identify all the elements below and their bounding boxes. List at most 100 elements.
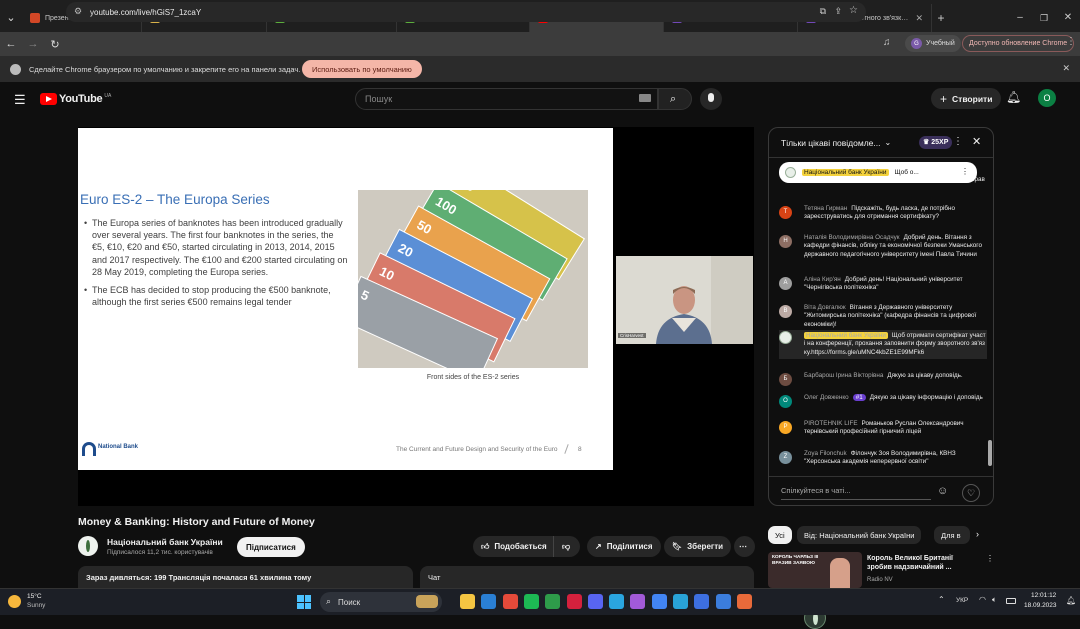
emoji-icon[interactable]: ☺	[937, 485, 948, 497]
chat-avatar: Z	[779, 451, 792, 464]
clock-time[interactable]: 12:01:12	[1031, 592, 1056, 599]
notification-center-icon[interactable]: 🔔︎	[1066, 596, 1076, 605]
volume-icon[interactable]: 🔈︎	[992, 595, 997, 605]
taskbar-app-icon[interactable]	[630, 594, 646, 609]
notifications-bell-icon[interactable]: 🔔︎	[1006, 90, 1021, 104]
channel-name[interactable]: Національний банк України	[107, 537, 223, 547]
more-actions-button[interactable]: ⋯	[734, 536, 755, 557]
youtube-logo[interactable]: YouTube UA	[40, 93, 111, 105]
taskbar-app-icon[interactable]	[566, 594, 582, 609]
weather-widget[interactable]: 15°C Sunny	[8, 592, 68, 613]
pinned-more-icon[interactable]: ⋮	[961, 167, 969, 176]
tray-chevron-icon[interactable]: ⌃	[938, 595, 945, 604]
maximize-button[interactable]: ❐	[1032, 4, 1056, 32]
chat-message[interactable]: А Аліна Кир'ян Добрий день! Національний у…	[779, 276, 987, 293]
chrome-update-button[interactable]: Доступно обновление Chrome	[962, 35, 1075, 52]
back-button[interactable]: ←	[0, 38, 22, 50]
dislike-button[interactable]: 👎︎	[553, 536, 580, 557]
taskbar-app-icon[interactable]	[523, 594, 539, 609]
chat-more-icon[interactable]: ⋮	[953, 136, 963, 147]
chat-scrollbar[interactable]	[988, 440, 992, 466]
speaker-figure	[616, 256, 753, 344]
account-avatar[interactable]: О	[1038, 89, 1056, 107]
clock-date[interactable]: 18.09.2023	[1024, 602, 1057, 609]
tab-search-button[interactable]: ⌄	[0, 4, 22, 32]
chat-message[interactable]: Б Барбарош Ірина Вікторівна Дякую за цікав…	[779, 372, 987, 386]
set-default-button[interactable]: Использовать по умолчанию	[302, 60, 422, 78]
pinned-message[interactable]: Національний банк України Щоб о... ⋮	[779, 162, 977, 183]
chat-message[interactable]: В Віта Довгалюк Вітання з Державного уніве…	[779, 304, 987, 329]
taskbar-app-icon[interactable]	[736, 594, 752, 609]
profile-chip[interactable]: G Учебный	[905, 35, 961, 52]
hamburger-menu-icon[interactable]: ☰	[14, 92, 26, 108]
chat-message[interactable]: О Олег Довженко #1 Дякую за цікаву інформац…	[779, 394, 987, 408]
description-box[interactable]: Зараз дивляться: 199 Трансляція почалася…	[78, 566, 413, 588]
chat-message[interactable]: Z Zoya Filonchuk Філончук Зоя Володимирівн…	[779, 450, 987, 467]
taskbar-app-icon[interactable]	[694, 594, 710, 609]
xp-badge[interactable]: ♛ 25XP	[919, 136, 953, 149]
thumbnail-text: КОРОЛЬ ЧАРЛЬЗ III ВРАЗИВ ЗАЯВОЮ	[772, 555, 819, 566]
taskbar-app-icon[interactable]	[502, 594, 518, 609]
filter-chip-for-you[interactable]: Для в	[934, 526, 970, 544]
wifi-icon[interactable]: ◠	[979, 595, 986, 604]
search-input[interactable]: Пошук	[355, 88, 658, 110]
taskbar-search[interactable]: ⌕ Поиск	[320, 592, 442, 612]
recommended-more-icon[interactable]: ⋮	[986, 554, 994, 563]
video-player[interactable]: Euro ES-2 – The Europa Series The Europa…	[78, 127, 826, 629]
input-language[interactable]: УКР	[956, 597, 968, 604]
battery-icon[interactable]	[1006, 598, 1016, 604]
chat-input[interactable]: Спілкуйтеся в чаті...	[781, 486, 931, 500]
chat-message[interactable]: Т Тетяна Гирман Підскажіть, будь ласка, де…	[779, 205, 987, 222]
slide-title: Euro ES-2 – The Europa Series	[80, 192, 270, 207]
start-button[interactable]	[297, 595, 311, 609]
keyboard-icon[interactable]	[639, 94, 651, 102]
minimize-button[interactable]: –	[1008, 4, 1032, 32]
recommended-thumbnail[interactable]: КОРОЛЬ ЧАРЛЬЗ III ВРАЗИВ ЗАЯВОЮ	[768, 552, 862, 588]
forward-button[interactable]: →	[22, 38, 44, 50]
bookmark-star-icon[interactable]: ☆	[849, 5, 858, 16]
tab-favicon-icon	[30, 13, 40, 23]
filter-chip-channel[interactable]: Від: Національний банк України	[797, 526, 922, 544]
recommended-video[interactable]: КОРОЛЬ ЧАРЛЬЗ III ВРАЗИВ ЗАЯВОЮ Король В…	[768, 552, 994, 588]
filter-chip-label: Усі	[775, 530, 785, 540]
site-info-icon[interactable]: ⚙	[74, 6, 82, 17]
address-bar[interactable]: ⚙ youtube.com/live/hGiS7_1zcaY ⧉ ⇪ ☆	[66, 2, 866, 22]
taskbar-app-icon[interactable]	[481, 594, 497, 609]
install-icon[interactable]: ⧉	[820, 6, 826, 17]
filter-chip-all[interactable]: Усі	[768, 526, 792, 544]
chat-replay-box[interactable]: Чат	[420, 566, 754, 588]
search-button[interactable]: ⌕	[658, 88, 692, 110]
taskbar-app-icon[interactable]	[651, 594, 667, 609]
taskbar-app-icon[interactable]	[715, 594, 731, 609]
heart-icon[interactable]: ♡	[962, 484, 980, 502]
tab-close-icon[interactable]: ✕	[915, 13, 923, 24]
share-icon[interactable]: ⇪	[834, 6, 842, 17]
create-button[interactable]: + Створити	[931, 88, 1002, 109]
close-window-button[interactable]: ✕	[1056, 4, 1080, 32]
taskbar-app-icon[interactable]	[673, 594, 688, 609]
chat-message[interactable]: P PIROTEHNIK LIFE Романьков Руслан Олексан…	[779, 420, 987, 437]
infobar-close-icon[interactable]: ✕	[1062, 63, 1070, 74]
like-button[interactable]: 👍︎ Подобається	[473, 536, 553, 557]
chat-mode-selector[interactable]: Тільки цікаві повідомле...	[781, 138, 881, 148]
chat-close-icon[interactable]: ✕	[972, 135, 981, 148]
chevron-right-icon[interactable]: ›	[976, 529, 979, 539]
channel-avatar[interactable]	[78, 536, 98, 556]
slide-bullets: The Europa series of banknotes has been …	[84, 217, 348, 314]
reload-button[interactable]: ↻	[44, 38, 66, 51]
taskbar-app-icon[interactable]	[609, 594, 625, 609]
save-button[interactable]: 🔖︎ Зберегти	[664, 536, 732, 557]
recommended-title: Король Великої Британії зробив надзвичай…	[867, 555, 953, 571]
chat-message[interactable]: Національний банк України Щоб отримати се…	[779, 330, 987, 360]
subscribe-button[interactable]: Підписатися	[237, 537, 305, 557]
taskbar-app-icon[interactable]	[587, 594, 603, 609]
new-tab-button[interactable]: +	[932, 4, 950, 32]
share-button[interactable]: ↗ Поділитися	[587, 536, 661, 557]
taskbar-app-icon[interactable]	[460, 594, 475, 609]
chat-message[interactable]: Н Наталія Володимирівна Осадчук Добрий ден…	[779, 234, 987, 259]
chevron-down-icon[interactable]: ⌄	[885, 138, 892, 147]
taskbar-app-icon[interactable]	[545, 594, 561, 609]
voice-search-button[interactable]	[700, 88, 722, 110]
media-controls-icon[interactable]: ♫	[883, 37, 891, 48]
more-menu-icon[interactable]: ⋮	[1066, 36, 1076, 47]
